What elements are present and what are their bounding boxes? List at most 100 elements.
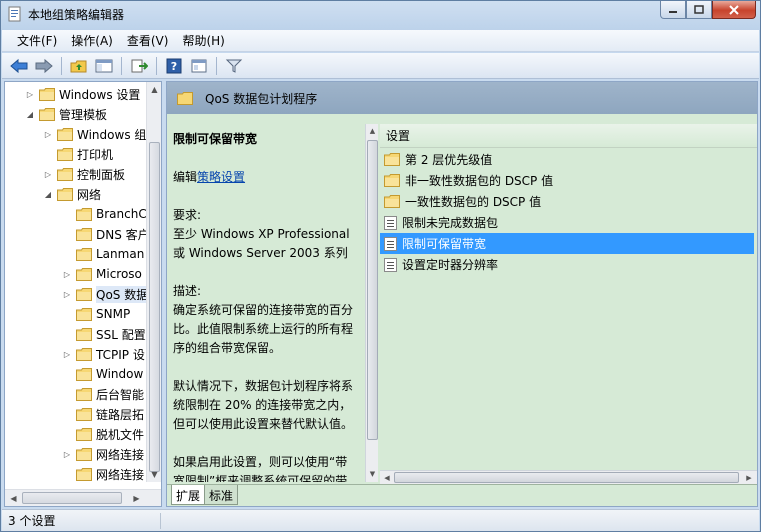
- main-window: 本地组策略编辑器 文件(F) 操作(A) 查看(V) 帮助(H) ? ▷ Win…: [0, 0, 761, 532]
- scroll-down-icon[interactable]: ▼: [147, 467, 161, 482]
- tree-item[interactable]: ◢ 网络: [43, 184, 101, 204]
- toolbar-separator: [121, 56, 122, 75]
- folder-icon: [76, 207, 92, 221]
- toolbar-separator: [61, 56, 62, 75]
- folder-icon: [76, 347, 92, 361]
- maximize-button[interactable]: [686, 1, 712, 19]
- tree-item[interactable]: ▷ Windows 设置: [25, 84, 140, 104]
- details-pane: QoS 数据包计划程序 限制可保留带宽 编辑策略设置 要求: 至少 Windows…: [166, 81, 758, 507]
- tree-item[interactable]: BranchC: [62, 204, 147, 224]
- folder-icon: [39, 107, 55, 121]
- folder-icon: [76, 247, 92, 261]
- window-title: 本地组策略编辑器: [28, 8, 125, 22]
- menu-file[interactable]: 文件(F): [10, 30, 64, 51]
- tree-item[interactable]: 链路层拓: [62, 404, 144, 424]
- column-header-setting[interactable]: 设置: [380, 124, 757, 148]
- tree-item[interactable]: Lanman: [62, 244, 144, 264]
- scroll-left-icon[interactable]: ◀: [6, 491, 21, 506]
- expand-arrow-icon[interactable]: ▷: [62, 449, 72, 459]
- list-horizontal-scrollbar[interactable]: ◀ ▶: [380, 470, 757, 484]
- tree-horizontal-scrollbar[interactable]: ◀ ▶: [5, 489, 161, 506]
- description-scroll-thumb[interactable]: [367, 140, 378, 440]
- folder-icon: [384, 195, 400, 208]
- list-item-setting[interactable]: 设置定时器分辨率: [380, 254, 757, 275]
- close-button[interactable]: [712, 1, 756, 19]
- collapse-arrow-icon[interactable]: ◢: [25, 109, 35, 119]
- tree-item[interactable]: SSL 配置: [62, 324, 146, 344]
- tree-scroll-thumb[interactable]: [149, 142, 160, 472]
- menu-view[interactable]: 查看(V): [120, 30, 176, 51]
- tab-standard[interactable]: 标准: [204, 485, 239, 505]
- tree-item[interactable]: ▷ 控制面板: [43, 164, 125, 184]
- tree-item[interactable]: ▷ Microso: [62, 264, 142, 284]
- list-item-setting[interactable]: 限制未完成数据包: [380, 212, 757, 233]
- list-item-folder[interactable]: 非一致性数据包的 DSCP 值: [380, 170, 757, 191]
- help-button[interactable]: ?: [163, 55, 185, 77]
- expand-arrow-icon[interactable]: ▷: [43, 129, 53, 139]
- tree-item[interactable]: ▷ TCPIP 设: [62, 344, 145, 364]
- tree-item[interactable]: 脱机文件: [62, 424, 144, 444]
- expand-arrow-icon[interactable]: ▷: [62, 289, 72, 299]
- requirements-text: 至少 Windows XP Professional 或 Windows Ser…: [173, 227, 350, 260]
- tree-item[interactable]: 打印机: [43, 144, 113, 164]
- scroll-up-icon[interactable]: ▲: [366, 124, 379, 138]
- toolbar: ?: [2, 53, 759, 79]
- tree-item-label: 脱机文件: [96, 427, 145, 442]
- scroll-up-icon[interactable]: ▲: [147, 82, 161, 97]
- tree-pane: ▷ Windows 设置 ◢ 管理模板 ▷ Windows 组打印机 ▷ 控制面板 ◢ 网络 Bra…: [4, 81, 162, 507]
- filter-button[interactable]: [223, 55, 245, 77]
- list-item-setting[interactable]: 限制可保留带宽: [380, 233, 754, 254]
- description-text: 确定系统可保留的连接带宽的百分比。此值限制系统上运行的所有程序的组合带宽保留。: [173, 303, 354, 355]
- tree-item[interactable]: 网络连接: [62, 464, 144, 482]
- tree-item[interactable]: SNMP: [62, 304, 130, 324]
- tree-item[interactable]: ▷ Windows 组: [43, 124, 146, 144]
- scroll-left-icon[interactable]: ◀: [380, 471, 394, 484]
- list-hscroll-thumb[interactable]: [394, 472, 739, 483]
- tree-item-label: Windows 设置: [59, 87, 141, 102]
- forward-button[interactable]: [33, 55, 55, 77]
- list-item-folder[interactable]: 第 2 层优先级值: [380, 149, 757, 170]
- expand-arrow-icon[interactable]: ▷: [62, 349, 72, 359]
- tree-item[interactable]: 后台智能: [62, 384, 144, 404]
- title-bar[interactable]: 本地组策略编辑器: [1, 1, 760, 29]
- tree-vertical-scrollbar[interactable]: ▲ ▼: [146, 82, 161, 482]
- minimize-button[interactable]: [660, 1, 686, 19]
- tree-item-label: 控制面板: [77, 167, 126, 182]
- show-hide-tree-button[interactable]: [93, 55, 115, 77]
- enabled-text: 如果启用此设置，则可以使用“带宽限制”框来调整系统可保留的带: [173, 455, 348, 482]
- collapse-arrow-icon[interactable]: ◢: [43, 189, 53, 199]
- filter-icon: [225, 59, 243, 73]
- back-button[interactable]: [8, 55, 30, 77]
- menu-help[interactable]: 帮助(H): [175, 30, 231, 51]
- tree-item[interactable]: ◢ 管理模板: [25, 104, 107, 124]
- export-list-button[interactable]: [128, 55, 150, 77]
- expand-arrow-icon[interactable]: ▷: [43, 169, 53, 179]
- folder-icon: [76, 307, 92, 321]
- scroll-right-icon[interactable]: ▶: [742, 471, 756, 484]
- folder-icon: [57, 167, 73, 181]
- tab-extended[interactable]: 扩展: [171, 485, 206, 505]
- folder-icon: [57, 127, 73, 141]
- list-item-label: 一致性数据包的 DSCP 值: [405, 195, 542, 209]
- description-scrollbar[interactable]: ▲ ▼: [365, 124, 378, 482]
- properties-button[interactable]: [188, 55, 210, 77]
- tree-item[interactable]: ▷ 网络连接: [62, 444, 144, 464]
- tree-item[interactable]: ▷ QoS 数据: [62, 284, 147, 304]
- tree-hscroll-thumb[interactable]: [22, 492, 122, 504]
- tree-item[interactable]: DNS 客户: [62, 224, 147, 244]
- edit-policy-link[interactable]: 策略设置: [197, 170, 245, 184]
- tree-item[interactable]: Window: [62, 364, 143, 384]
- scroll-down-icon[interactable]: ▼: [366, 467, 379, 481]
- folder-icon: [177, 91, 193, 105]
- up-folder-button[interactable]: [68, 55, 90, 77]
- expand-arrow-icon[interactable]: ▷: [62, 269, 72, 279]
- menu-action[interactable]: 操作(A): [64, 30, 120, 51]
- expand-arrow-icon[interactable]: ▷: [25, 89, 35, 99]
- scroll-right-icon[interactable]: ▶: [129, 491, 144, 506]
- close-icon: [729, 4, 739, 15]
- list-item-folder[interactable]: 一致性数据包的 DSCP 值: [380, 191, 757, 212]
- tree-item-label: BranchC: [96, 207, 147, 221]
